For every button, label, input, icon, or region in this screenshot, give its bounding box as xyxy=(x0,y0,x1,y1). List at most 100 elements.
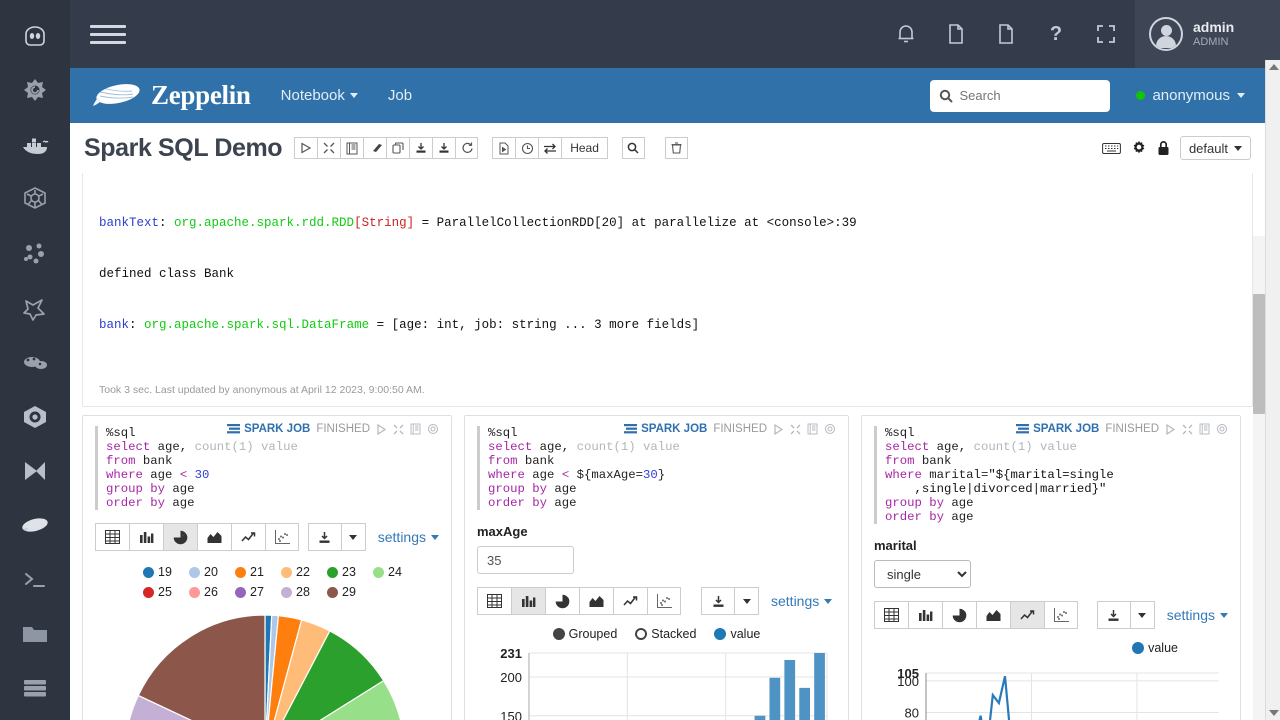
viz-line-button[interactable] xyxy=(613,587,647,615)
hide-all-output-button[interactable] xyxy=(317,137,341,159)
spark-job-link[interactable]: SPARK JOB xyxy=(1016,423,1099,435)
pie-legend-item[interactable]: 22 xyxy=(281,565,327,579)
page-scrollbar[interactable] xyxy=(1265,60,1280,720)
head-button[interactable]: Head xyxy=(561,137,608,159)
paragraph-pie[interactable]: SPARK JOB FINISHED %sql select age, coun… xyxy=(82,415,452,720)
document-icon[interactable] xyxy=(935,13,977,55)
line-chart[interactable]: 406080100105 xyxy=(874,661,1228,720)
viz-scatter-button[interactable] xyxy=(647,587,681,615)
viz-table-button[interactable] xyxy=(95,523,129,551)
kafka-icon[interactable] xyxy=(12,449,58,494)
viz-bar-button[interactable] xyxy=(908,601,942,629)
form-select-marital[interactable]: singledivorcedmarried xyxy=(874,560,971,588)
cron-scheduler-button[interactable] xyxy=(515,137,539,159)
hadoop-icon[interactable] xyxy=(12,340,58,385)
settings-toggle[interactable]: settings xyxy=(1167,607,1228,623)
paragraph-bar[interactable]: SPARK JOB FINISHED %sql select age, coun… xyxy=(464,415,849,720)
run-paragraph-icon[interactable] xyxy=(773,423,784,435)
viz-table-button[interactable] xyxy=(477,587,511,615)
download-data-button[interactable] xyxy=(1096,601,1131,629)
notebook-scrollbar[interactable] xyxy=(1253,236,1265,720)
docker-icon[interactable] xyxy=(12,123,58,168)
pie-legend-item[interactable]: 19 xyxy=(143,565,189,579)
pie-legend-item[interactable]: 26 xyxy=(189,585,235,599)
bar[interactable] xyxy=(799,687,811,720)
download-menu-button[interactable] xyxy=(1130,601,1155,629)
search-input[interactable] xyxy=(959,88,1100,103)
export-note-button[interactable] xyxy=(409,137,433,159)
viz-scatter-button[interactable] xyxy=(1044,601,1078,629)
server-icon[interactable] xyxy=(12,666,58,711)
show-output-icon[interactable] xyxy=(1199,423,1210,435)
line-series-legend[interactable]: value xyxy=(1132,641,1178,655)
bar[interactable] xyxy=(769,677,781,720)
pie-legend-item[interactable]: 23 xyxy=(327,565,373,579)
bar-chart[interactable]: 50100150200231 xyxy=(477,646,836,720)
hide-editor-icon[interactable] xyxy=(1182,424,1193,435)
pie-legend-item[interactable]: 25 xyxy=(143,585,189,599)
paragraph-gear-icon[interactable] xyxy=(824,423,836,435)
paragraph-gear-icon[interactable] xyxy=(1216,423,1228,435)
pie-chart[interactable] xyxy=(95,605,439,720)
viz-scatter-button[interactable] xyxy=(265,523,299,551)
run-paragraph-icon[interactable] xyxy=(376,423,387,435)
notebook-scrollbar-thumb[interactable] xyxy=(1253,294,1265,414)
import-note-button[interactable] xyxy=(432,137,456,159)
show-output-icon[interactable] xyxy=(410,423,421,435)
stacked-radio[interactable]: Stacked xyxy=(635,627,696,641)
settings-toggle[interactable]: settings xyxy=(378,529,439,545)
note-permissions-lock-icon[interactable] xyxy=(1157,140,1170,156)
zeppelin-icon[interactable] xyxy=(12,503,58,548)
viz-bar-button[interactable] xyxy=(129,523,163,551)
pie-legend-item[interactable]: 28 xyxy=(281,585,327,599)
hide-editor-icon[interactable] xyxy=(790,424,801,435)
document-icon[interactable] xyxy=(985,13,1027,55)
viz-area-button[interactable] xyxy=(579,587,613,615)
spark-job-link[interactable]: SPARK JOB xyxy=(624,423,707,435)
reload-button[interactable] xyxy=(455,137,479,159)
scroll-down-icon[interactable] xyxy=(1269,710,1279,716)
show-output-icon[interactable] xyxy=(807,423,818,435)
nifi-icon[interactable] xyxy=(12,394,58,439)
pie-legend-item[interactable]: 21 xyxy=(235,565,281,579)
bar[interactable] xyxy=(814,653,825,720)
note-settings-gear-icon[interactable] xyxy=(1131,140,1147,156)
paragraph-code[interactable]: %sql select age, count(1) value from ban… xyxy=(95,426,439,510)
spark-job-link[interactable]: SPARK JOB xyxy=(227,423,310,435)
show-all-code-button[interactable] xyxy=(340,137,364,159)
line-series-path[interactable] xyxy=(944,675,1084,720)
search-box[interactable] xyxy=(930,79,1111,112)
pie-slice[interactable] xyxy=(137,614,266,720)
settings-toggle[interactable]: settings xyxy=(771,593,833,609)
app-logo-icon[interactable] xyxy=(12,14,58,59)
viz-pie-button[interactable] xyxy=(942,601,976,629)
help-icon[interactable]: ? xyxy=(1035,13,1077,55)
page-title[interactable]: Spark SQL Demo xyxy=(84,134,283,163)
download-data-button[interactable] xyxy=(701,587,735,615)
download-menu-button[interactable] xyxy=(341,523,366,551)
nodes-icon[interactable] xyxy=(12,231,58,276)
clone-note-button[interactable] xyxy=(386,137,410,159)
clear-output-button[interactable] xyxy=(363,137,387,159)
run-paragraph-icon[interactable] xyxy=(1165,423,1176,435)
move-to-trash-button[interactable] xyxy=(664,137,688,159)
hide-editor-icon[interactable] xyxy=(393,424,404,435)
viz-area-button[interactable] xyxy=(197,523,231,551)
fullscreen-icon[interactable] xyxy=(1085,13,1127,55)
personalized-mode-button[interactable] xyxy=(492,137,516,159)
terminal-icon[interactable] xyxy=(12,557,58,602)
zeppelin-brand[interactable]: Zeppelin xyxy=(92,80,251,112)
toggle-layout-button[interactable] xyxy=(538,137,562,159)
bar-series-legend[interactable]: value xyxy=(714,627,760,641)
paragraph-code[interactable]: %sql select age, count(1) value from ban… xyxy=(477,426,836,510)
folder-icon[interactable] xyxy=(12,611,58,656)
run-all-button[interactable] xyxy=(294,137,318,159)
star-icon[interactable] xyxy=(12,286,58,331)
viz-pie-button[interactable] xyxy=(163,523,197,551)
viz-bar-button[interactable] xyxy=(511,587,545,615)
kubernetes-icon[interactable] xyxy=(12,177,58,222)
find-in-note-button[interactable] xyxy=(621,137,645,159)
bell-icon[interactable] xyxy=(885,13,927,55)
pie-legend-item[interactable]: 29 xyxy=(327,585,373,599)
user-menu[interactable]: admin ADMIN xyxy=(1135,0,1280,68)
